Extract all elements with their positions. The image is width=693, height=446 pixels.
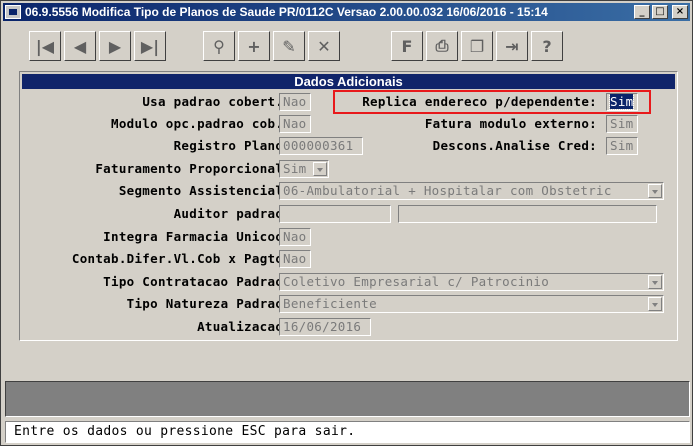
usa-padrao-cobert-value: Nao — [283, 94, 307, 109]
close-button[interactable]: × — [672, 5, 688, 19]
edit-record-button[interactable]: ✎ — [273, 31, 305, 61]
auditor-padrao-name-field[interactable] — [398, 205, 657, 223]
fatura-modulo-externo-field[interactable]: Sim — [606, 115, 638, 133]
descons-analise-cred-label: Descons.Analise Cred: — [432, 138, 597, 153]
copy-button[interactable]: ❐ — [461, 31, 493, 61]
fatura-modulo-externo-label: Fatura modulo externo: — [424, 116, 597, 131]
contab-difer-value: Nao — [283, 251, 307, 266]
last-record-icon: ▶| — [140, 36, 160, 56]
tipo-contratacao-padrao-select[interactable]: Coletivo Empresarial c/ Patrocinio — [279, 273, 664, 291]
faturamento-proporcional-label: Faturamento Proporcional: — [95, 161, 291, 176]
auditor-padrao-code-field[interactable] — [279, 205, 391, 223]
panel-title: Dados Adicionais — [22, 74, 675, 89]
minimize-button[interactable]: _ — [634, 5, 650, 19]
tipo-natureza-padrao-value: Beneficiente — [283, 296, 377, 311]
segmento-assistencial-value: 06-Ambulatorial + Hospitalar com Obstetr… — [283, 183, 612, 198]
filter-button[interactable]: F — [391, 31, 423, 61]
delete-record-icon: ✕ — [317, 36, 331, 56]
segmento-assistencial-label: Segmento Assistencial: — [118, 183, 291, 198]
contab-difer-field[interactable]: Nao — [279, 250, 311, 268]
registro-plano-field[interactable]: 000000361 — [279, 137, 363, 155]
print-button[interactable]: ⎙ — [426, 31, 458, 61]
registro-plano-value: 000000361 — [283, 138, 354, 153]
fatura-modulo-externo-value: Sim — [610, 116, 634, 131]
delete-record-button[interactable]: ✕ — [308, 31, 340, 61]
maximize-button[interactable]: □ — [652, 5, 668, 19]
previous-record-button[interactable]: ◀ — [64, 31, 96, 61]
help-button[interactable]: ? — [531, 31, 563, 61]
faturamento-proporcional-value: Sim — [283, 161, 307, 176]
main-window: 06.9.5556 Modifica Tipo de Planos de Sau… — [0, 0, 693, 446]
usa-padrao-cobert-label: Usa padrao cobert.: — [142, 94, 291, 109]
help-icon: ? — [542, 36, 552, 56]
highlight-annotation — [333, 90, 651, 114]
atualizacao-field[interactable]: 16/06/2016 — [279, 318, 371, 336]
segmento-assistencial-select[interactable]: 06-Ambulatorial + Hospitalar com Obstetr… — [279, 182, 664, 200]
chevron-down-icon[interactable] — [648, 184, 662, 198]
registro-plano-label: Registro Plano: — [173, 138, 291, 153]
integra-farmacia-unicoo-label: Integra Farmacia Unicoo: — [103, 229, 291, 244]
chevron-down-icon[interactable] — [648, 275, 662, 289]
tipo-contratacao-padrao-label: Tipo Contratacao Padrao: — [103, 274, 291, 289]
modulo-opc-padrao-label: Modulo opc.padrao cob.: — [111, 116, 291, 131]
toolbar: |◀ ◀ ▶ ▶| ⚲ + ✎ ✕ F ⎙ ❐ ⇥ ? — [29, 31, 566, 61]
message-area — [5, 381, 690, 417]
exit-button[interactable]: ⇥ — [496, 31, 528, 61]
tipo-contratacao-padrao-value: Coletivo Empresarial c/ Patrocinio — [283, 274, 550, 289]
atualizacao-label: Atualizacao: — [197, 319, 291, 334]
auditor-padrao-label: Auditor padrao: — [173, 206, 291, 221]
tipo-natureza-padrao-label: Tipo Natureza Padrao: — [126, 296, 291, 311]
integra-farmacia-unicoo-value: Nao — [283, 229, 307, 244]
tipo-natureza-padrao-select[interactable]: Beneficiente — [279, 295, 664, 313]
descons-analise-cred-field[interactable]: Sim — [606, 137, 638, 155]
first-record-button[interactable]: |◀ — [29, 31, 61, 61]
chevron-down-icon[interactable] — [648, 297, 662, 311]
first-record-icon: |◀ — [35, 36, 55, 56]
modulo-opc-padrao-value: Nao — [283, 116, 307, 131]
print-icon: ⎙ — [435, 36, 449, 55]
app-icon — [5, 5, 21, 19]
modulo-opc-padrao-field[interactable]: Nao — [279, 115, 311, 133]
previous-record-icon: ◀ — [73, 36, 87, 56]
usa-padrao-cobert-field[interactable]: Nao — [279, 93, 311, 111]
last-record-button[interactable]: ▶| — [134, 31, 166, 61]
faturamento-proporcional-select[interactable]: Sim — [279, 160, 329, 178]
edit-record-icon: ✎ — [282, 36, 296, 56]
title-bar[interactable]: 06.9.5556 Modifica Tipo de Planos de Sau… — [3, 3, 690, 21]
window-title: 06.9.5556 Modifica Tipo de Planos de Sau… — [25, 5, 548, 19]
add-record-button[interactable]: + — [238, 31, 270, 61]
chevron-down-icon[interactable] — [313, 162, 327, 176]
integra-farmacia-unicoo-field[interactable]: Nao — [279, 228, 311, 246]
copy-icon: ❐ — [469, 36, 485, 56]
filter-icon: F — [401, 36, 413, 56]
search-button[interactable]: ⚲ — [203, 31, 235, 61]
next-record-button[interactable]: ▶ — [99, 31, 131, 61]
atualizacao-value: 16/06/2016 — [283, 319, 362, 334]
search-icon: ⚲ — [213, 36, 225, 56]
status-bar: Entre os dados ou pressione ESC para sai… — [5, 421, 690, 443]
add-record-icon: + — [247, 36, 261, 56]
contab-difer-label: Contab.Difer.Vl.Cob x Pagto: — [71, 251, 291, 266]
exit-icon: ⇥ — [505, 36, 519, 56]
descons-analise-cred-value: Sim — [610, 138, 634, 153]
next-record-icon: ▶ — [108, 36, 122, 56]
